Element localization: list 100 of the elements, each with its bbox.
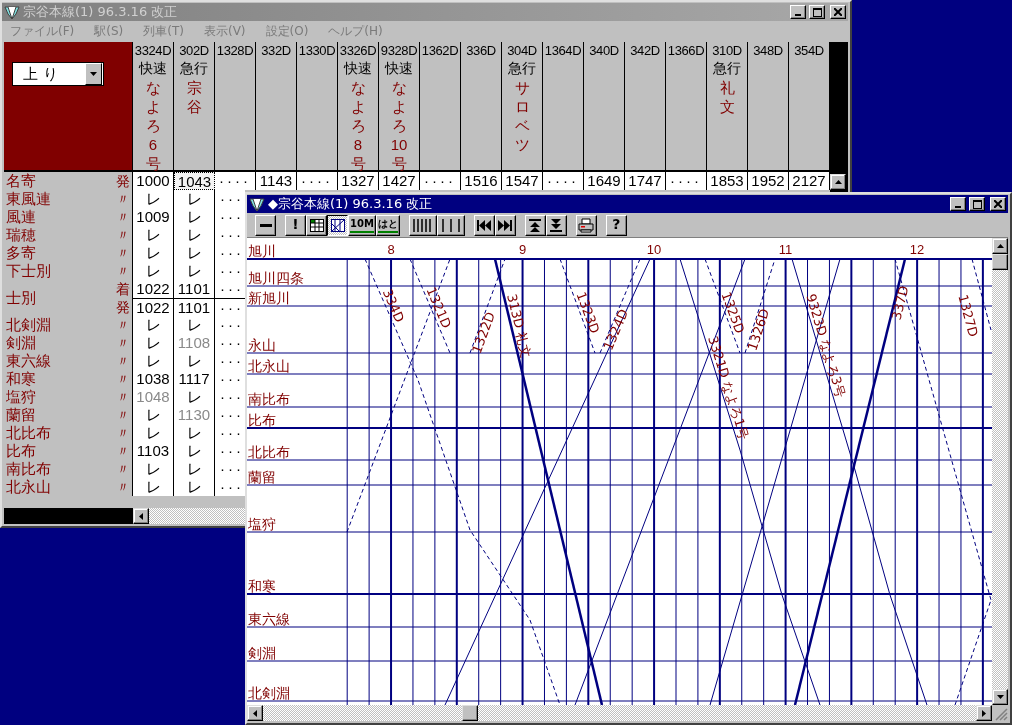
time-cell[interactable]: 1143: [256, 172, 297, 190]
time-cell[interactable]: レ: [174, 244, 215, 262]
scroll-up-button[interactable]: [830, 174, 846, 190]
toolbar-button[interactable]: [327, 214, 348, 236]
time-cell[interactable]: レ: [174, 388, 215, 406]
time-cell[interactable]: レ: [174, 478, 215, 496]
toolbar-button[interactable]: 10M: [348, 214, 376, 236]
time-cell[interactable]: レ: [174, 424, 215, 442]
time-cell[interactable]: ···: [215, 388, 245, 406]
scroll-up-button[interactable]: [992, 238, 1008, 254]
time-cell[interactable]: ···: [215, 299, 245, 316]
time-cell[interactable]: ···: [215, 262, 245, 280]
time-cell[interactable]: 1038: [133, 370, 174, 388]
time-cell[interactable]: ····: [215, 172, 256, 190]
minimize-button[interactable]: [790, 5, 806, 19]
time-cell[interactable]: 1000: [133, 172, 174, 190]
train-label: 313D 礼文: [504, 292, 534, 360]
time-cell[interactable]: レ: [133, 460, 174, 478]
toolbar-button[interactable]: !: [285, 214, 306, 236]
time-cell[interactable]: レ: [174, 352, 215, 370]
time-cell[interactable]: ····: [297, 172, 338, 190]
time-cell[interactable]: ···: [215, 352, 245, 370]
train-label: 334D: [379, 286, 408, 325]
time-cell[interactable]: 1427: [379, 172, 420, 190]
time-cell[interactable]: レ: [133, 406, 174, 424]
time-cell[interactable]: レ: [174, 460, 215, 478]
time-cell[interactable]: 1101: [174, 299, 215, 316]
time-cell[interactable]: ····: [420, 172, 461, 190]
time-cell[interactable]: 1130: [174, 406, 215, 424]
stop-mark: 着: [116, 280, 130, 298]
time-cell[interactable]: レ: [133, 352, 174, 370]
left-arrow-icon: [250, 708, 260, 718]
train-type: 快速: [139, 59, 167, 78]
time-cell[interactable]: レ: [133, 190, 174, 208]
time-cell[interactable]: 1101: [174, 280, 215, 298]
time-cell[interactable]: ···: [215, 370, 245, 388]
time-cell[interactable]: レ: [133, 316, 174, 334]
time-cell[interactable]: レ: [174, 316, 215, 334]
time-cell[interactable]: レ: [133, 262, 174, 280]
scroll-left-button[interactable]: [133, 508, 149, 524]
time-cell[interactable]: レ: [174, 208, 215, 226]
time-cell[interactable]: レ: [133, 424, 174, 442]
close-button[interactable]: [830, 5, 846, 19]
scrollbar-thumb[interactable]: [462, 705, 478, 721]
time-cell[interactable]: レ: [174, 190, 215, 208]
time-cell[interactable]: レ: [133, 478, 174, 496]
time-cell[interactable]: 1022: [133, 280, 174, 298]
time-cell[interactable]: ····: [543, 172, 584, 190]
time-cell[interactable]: ···: [215, 460, 245, 478]
time-cell[interactable]: ···: [215, 244, 245, 262]
time-cell[interactable]: ···: [215, 190, 245, 208]
time-cell[interactable]: レ: [133, 244, 174, 262]
time-cell[interactable]: 1649: [584, 172, 625, 190]
toolbar-button[interactable]: はと: [375, 214, 400, 236]
size-grip[interactable]: [992, 705, 1008, 721]
time-cell[interactable]: ···: [215, 478, 245, 496]
scroll-right-button[interactable]: [976, 705, 992, 721]
toolbar-button[interactable]: ?: [605, 214, 627, 236]
dropdown-button[interactable]: [85, 63, 102, 85]
time-cell[interactable]: ···: [215, 334, 245, 352]
time-cell[interactable]: ····: [666, 172, 707, 190]
direction-dropdown[interactable]: 上 り: [12, 62, 104, 86]
time-cell[interactable]: 1009: [133, 208, 174, 226]
time-cell[interactable]: ···: [215, 442, 245, 460]
time-cell[interactable]: 1108: [174, 334, 215, 352]
time-cell[interactable]: 1327: [338, 172, 379, 190]
time-cell[interactable]: レ: [174, 262, 215, 280]
stop-mark: 〃: [116, 316, 130, 334]
time-cell[interactable]: レ: [133, 334, 174, 352]
time-cell[interactable]: 1547: [502, 172, 543, 190]
close-icon: [834, 8, 842, 16]
train-number: 1366D: [667, 42, 705, 59]
time-cell[interactable]: 1747: [625, 172, 666, 190]
time-cell[interactable]: 1853: [707, 172, 748, 190]
time-cell[interactable]: 1952: [748, 172, 789, 190]
scroll-left-button[interactable]: [247, 705, 263, 721]
station-name: 塩狩: [6, 388, 37, 406]
time-cell[interactable]: 1103: [133, 442, 174, 460]
maximize-button[interactable]: [809, 5, 825, 19]
stop-mark: 〃: [116, 226, 130, 244]
scroll-down-button[interactable]: [992, 689, 1008, 705]
minimize-button[interactable]: [950, 197, 966, 211]
time-cell[interactable]: 1022: [133, 299, 174, 316]
time-cell[interactable]: ···: [215, 316, 245, 334]
time-cell[interactable]: レ: [133, 226, 174, 244]
time-cell[interactable]: 1516: [461, 172, 502, 190]
time-cell[interactable]: レ: [174, 226, 215, 244]
time-cell[interactable]: ···: [215, 280, 245, 298]
time-cell[interactable]: ···: [215, 406, 245, 424]
time-cell[interactable]: 1043: [174, 172, 215, 190]
time-cell[interactable]: レ: [174, 442, 215, 460]
time-cell[interactable]: 2127: [789, 172, 830, 190]
time-cell[interactable]: 1048: [133, 388, 174, 406]
maximize-button[interactable]: [969, 197, 985, 211]
close-button[interactable]: [990, 197, 1006, 211]
time-cell[interactable]: 1117: [174, 370, 215, 388]
scrollbar-thumb[interactable]: [992, 254, 1008, 270]
time-cell[interactable]: ···: [215, 208, 245, 226]
time-cell[interactable]: ···: [215, 226, 245, 244]
time-cell[interactable]: ···: [215, 424, 245, 442]
